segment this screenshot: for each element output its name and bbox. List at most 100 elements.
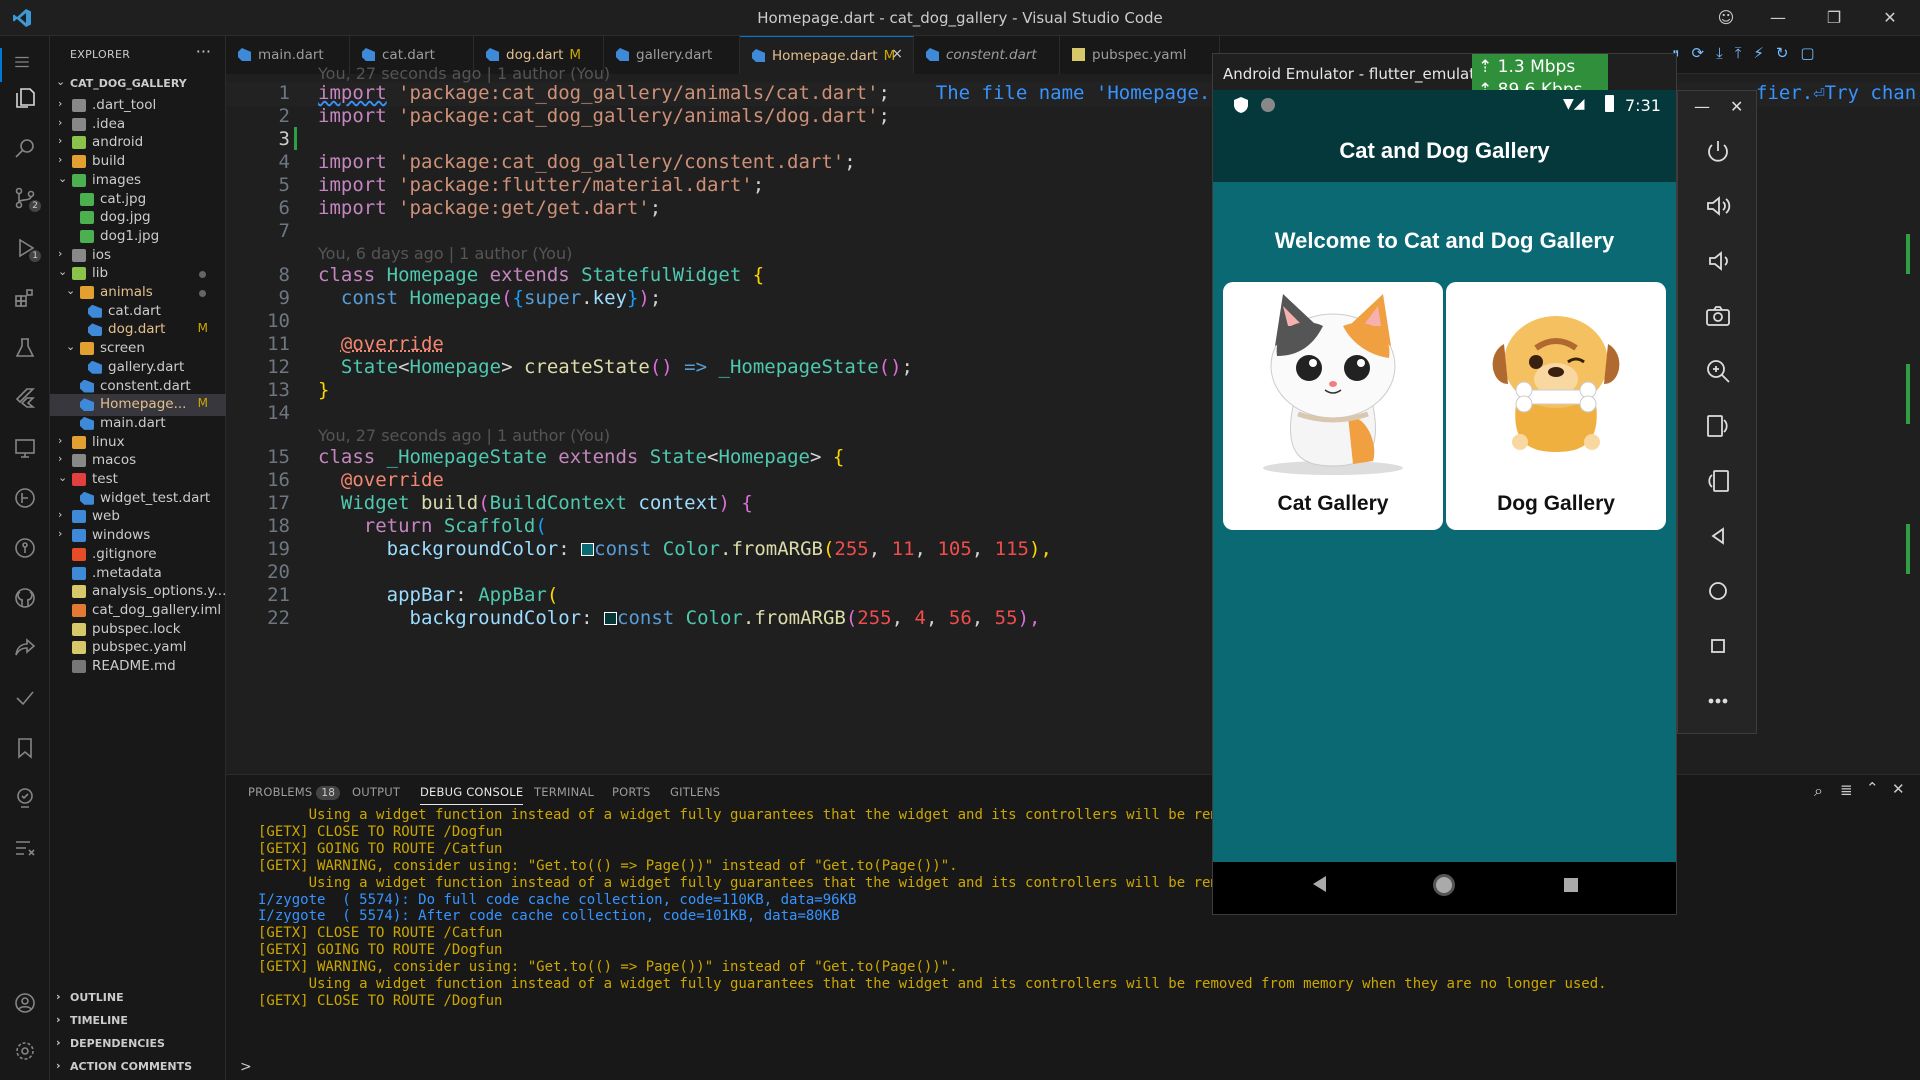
remote-explorer-icon[interactable]	[13, 436, 37, 460]
git-graph-icon[interactable]	[13, 536, 37, 560]
rotate-left-icon[interactable]	[1704, 412, 1732, 440]
live-share-icon[interactable]	[13, 636, 37, 660]
clear-icon[interactable]	[13, 836, 37, 860]
changes-dot-icon	[199, 290, 206, 297]
code-token: ,	[914, 538, 926, 560]
home-icon[interactable]	[1704, 577, 1732, 605]
folder-icon	[72, 155, 86, 169]
panel-tab-output[interactable]: OUTPUT	[352, 785, 400, 799]
power-icon[interactable]	[1704, 137, 1732, 165]
nav-overview-icon[interactable]	[1564, 878, 1578, 892]
camera-icon[interactable]	[1704, 302, 1732, 330]
explorer-sidebar: EXPLORER ··· ⌄ CAT_DOG_GALLERY › .dart_too…	[50, 36, 226, 1080]
close-window-button[interactable]: ✕	[1880, 8, 1900, 27]
minimize-emulator-icon[interactable]: —	[1694, 97, 1710, 116]
code-token: import	[318, 197, 387, 219]
code-token: :	[455, 584, 467, 606]
tab-close-icon[interactable]: ×	[891, 46, 903, 62]
folder-icon	[80, 286, 94, 299]
code-line-22: backgroundColor: const Color.fromARGB(25…	[318, 607, 1041, 629]
tab-gallery-dart[interactable]: gallery.dart	[604, 36, 740, 74]
flutter-icon[interactable]	[13, 386, 37, 410]
nav-home-icon[interactable]	[1433, 874, 1455, 896]
chevron-right-icon: ›	[58, 527, 63, 541]
tree-item-label: dog.dart	[108, 321, 166, 338]
account-icon[interactable]	[13, 991, 37, 1015]
tab-label: pubspec.yaml	[1092, 47, 1187, 63]
clear-console-icon[interactable]: ≣	[1840, 781, 1853, 799]
nav-back-icon[interactable]	[1313, 876, 1326, 892]
line-number: 3	[278, 128, 290, 150]
close-emulator-icon[interactable]: ✕	[1730, 97, 1743, 116]
extensions-icon[interactable]	[13, 286, 37, 310]
volume-down-icon[interactable]	[1704, 247, 1732, 275]
rotate-right-icon[interactable]	[1704, 467, 1732, 495]
tab-label: main.dart	[258, 47, 324, 63]
color-swatch[interactable]	[604, 612, 618, 625]
shield-icon	[1234, 97, 1248, 113]
section-dependencies[interactable]: › DEPENDENCIES	[50, 1033, 226, 1055]
search-icon[interactable]: ⌕	[1814, 781, 1823, 801]
back-icon[interactable]	[1704, 522, 1732, 550]
panel-tab-ports[interactable]: PORTS	[612, 785, 650, 799]
testing-icon[interactable]	[13, 336, 37, 360]
panel-tab-terminal[interactable]: TERMINAL	[534, 785, 594, 799]
maximize-panel-icon[interactable]: ⌃	[1866, 779, 1879, 797]
restore-button[interactable]: ❐	[1824, 8, 1844, 27]
code-token: ;	[878, 105, 890, 127]
tree-item-label: ios	[92, 246, 112, 263]
check-icon[interactable]	[13, 786, 37, 810]
section-timeline[interactable]: › TIMELINE	[50, 1010, 226, 1032]
project-root[interactable]: ⌄ CAT_DOG_GALLERY	[50, 73, 226, 95]
panel-tab-problems[interactable]: PROBLEMS 18	[248, 785, 341, 800]
dart-file-icon	[926, 48, 939, 61]
section-action-comments[interactable]: › ACTION COMMENTS	[50, 1056, 226, 1078]
bookmarks-icon[interactable]	[13, 736, 37, 760]
overview-icon[interactable]	[1704, 632, 1732, 660]
search-icon[interactable]	[13, 136, 37, 160]
code-token: .fromARGB	[720, 538, 823, 560]
tab-homepage-dart[interactable]: Homepage.dart M ×	[740, 36, 914, 74]
console-prompt[interactable]: >	[240, 1059, 252, 1075]
modified-badge: M	[197, 321, 208, 336]
tree-item-label: screen	[100, 340, 145, 357]
tab-pubspec-yaml[interactable]: pubspec.yaml	[1060, 36, 1220, 74]
zoom-icon[interactable]	[1704, 357, 1732, 385]
code-token: Color	[685, 607, 743, 629]
project-root-label: CAT_DOG_GALLERY	[70, 77, 187, 90]
code-token: BuildContext	[489, 492, 627, 514]
tab-constent-dart[interactable]: constent.dart	[914, 36, 1060, 74]
explorer-icon[interactable]	[13, 86, 37, 110]
tree-item-label: main.dart	[100, 414, 166, 431]
github-icon[interactable]	[13, 586, 37, 610]
more-icon[interactable]	[1704, 687, 1732, 715]
close-panel-icon[interactable]: ✕	[1892, 780, 1905, 798]
more-actions-icon[interactable]: ···	[196, 42, 211, 61]
settings-icon[interactable]	[13, 1039, 37, 1063]
phone-clock: 7:31	[1625, 96, 1661, 115]
debug-toolbar[interactable]: ⏸⟳⤓⤒⚡↻▢	[1672, 44, 1912, 66]
menu-icon[interactable]	[13, 53, 37, 77]
volume-up-icon[interactable]	[1704, 192, 1732, 220]
chevron-right-icon: ›	[58, 508, 63, 522]
dog-gallery-card[interactable]: Dog Gallery	[1446, 282, 1666, 530]
wifi-signal-icon: ▼◢	[1563, 96, 1585, 112]
run-debug-icon[interactable]: 1	[13, 236, 41, 262]
section-outline[interactable]: › OUTLINE	[50, 987, 226, 1009]
panel-tab-gitlens[interactable]: GITLENS	[670, 785, 720, 799]
cat-gallery-label: Cat Gallery	[1277, 492, 1389, 515]
code-line-17: Widget build(BuildContext context) {	[318, 492, 753, 514]
source-control-icon[interactable]: 2	[13, 186, 41, 212]
code-token: const	[617, 607, 675, 629]
copilot-icon[interactable]: ☺	[1716, 8, 1736, 27]
color-swatch[interactable]	[581, 543, 595, 556]
img-file-icon	[80, 192, 94, 206]
file-item[interactable]: README.md	[50, 656, 226, 678]
panel-tab-debug-console[interactable]: DEBUG CONSOLE	[420, 785, 524, 805]
todo-icon[interactable]	[13, 686, 37, 710]
cat-gallery-card[interactable]: Cat Gallery	[1223, 282, 1443, 530]
git-file-icon	[72, 547, 86, 561]
gitlens-icon[interactable]	[13, 486, 37, 510]
minimize-button[interactable]: —	[1768, 8, 1788, 27]
dart-file-icon	[80, 491, 94, 505]
